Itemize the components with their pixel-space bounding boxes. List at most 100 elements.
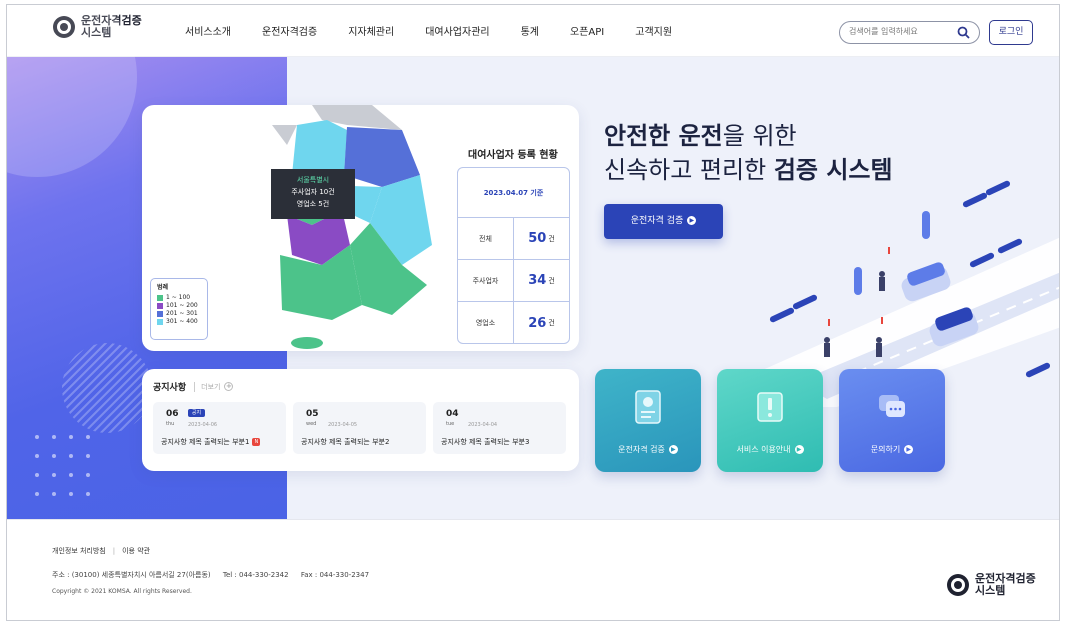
- decorative-stripes: [62, 343, 152, 433]
- legend-swatch: [157, 294, 163, 301]
- notice-weekday: thu: [166, 421, 175, 427]
- legend-label: 201 ~ 301: [166, 310, 198, 317]
- notice-day: 04: [446, 409, 459, 419]
- browser-frame: 운전자격검증 시스템 서비스소개 운전자격검증 지자체관리 대여사업자관리 통계…: [6, 4, 1060, 621]
- stats-label: 영업소: [458, 302, 514, 343]
- notice-item-title: 공지사항 제목 출력되는 부분2: [301, 438, 390, 446]
- nav-item-service-intro[interactable]: 서비스소개: [185, 23, 231, 38]
- legend-label: 101 ~ 200: [166, 302, 198, 309]
- privacy-policy-link[interactable]: 개인정보 처리방침: [52, 547, 106, 555]
- footer-links: 개인정보 처리방침 | 이용 약관: [52, 546, 150, 556]
- stats-value-container: 26 건: [514, 302, 569, 343]
- headline-line1: 안전한 운전을 위한: [604, 119, 893, 153]
- notice-badge: 공지: [188, 409, 205, 417]
- stats-value-container: 50 건: [514, 218, 569, 259]
- cta-label: 운전자격 검증: [630, 216, 684, 226]
- notice-date: 2023-04-05: [328, 422, 358, 428]
- stats-row-total: 전체 50 건: [458, 218, 569, 260]
- footer-logo-line2: 시스템: [975, 584, 1006, 597]
- footer-separator: |: [112, 547, 116, 555]
- id-card-icon: [635, 390, 661, 424]
- nav-item-statistics[interactable]: 통계: [521, 23, 539, 38]
- legend-swatch: [157, 310, 163, 317]
- nav-item-local-gov[interactable]: 지자체관리: [348, 23, 394, 38]
- notice-item[interactable]: 04 tue 2023-04-04 공지사항 제목 출력되는 부분3: [433, 402, 566, 454]
- legend-item: 301 ~ 400: [157, 318, 201, 326]
- notice-more-link[interactable]: 더보기: [194, 381, 220, 392]
- chat-bubble-icon: [879, 395, 905, 417]
- stats-row-main-business: 주사업자 34 건: [458, 260, 569, 302]
- notice-item[interactable]: 05 wed 2023-04-05 공지사항 제목 출력되는 부분2: [293, 402, 426, 454]
- notice-day: 05: [306, 409, 319, 419]
- notice-item-title-row: 공지사항 제목 출력되는 부분1 N: [161, 437, 261, 447]
- legend-swatch: [157, 318, 163, 325]
- quick-card-inquiry[interactable]: 문의하기 ▶: [839, 369, 945, 472]
- decorative-dots: [35, 435, 115, 511]
- quick-card-guide[interactable]: 서비스 이용안내 ▶: [717, 369, 823, 472]
- notice-day: 06: [166, 409, 179, 419]
- notice-header: 공지사항 더보기 +: [153, 380, 234, 393]
- arrow-right-icon: ▶: [904, 445, 914, 454]
- map-region-north-west: [272, 125, 297, 145]
- tooltip-title: 서울특별시: [296, 176, 330, 184]
- stats-label: 주사업자: [458, 260, 514, 301]
- nav-item-support[interactable]: 고객지원: [635, 23, 672, 38]
- stats-value: 26: [528, 315, 547, 331]
- legend-label: 301 ~ 400: [166, 318, 198, 325]
- hero-section: 서울특별시 주사업자 10건 영업소 5건 범례 1 ~ 100 101 ~ 2…: [7, 5, 1059, 519]
- search-input[interactable]: [849, 27, 949, 36]
- quick-card-verify[interactable]: 운전자격 검증 ▶: [595, 369, 701, 472]
- nav-item-rental-business[interactable]: 대여사업자관리: [425, 23, 489, 38]
- stats-label: 전체: [458, 218, 514, 259]
- footer-address: 주소 : (30100) 세종특별자치시 아름서길 27(아름동) Tel : …: [52, 570, 379, 580]
- main-nav: 서비스소개 운전자격검증 지자체관리 대여사업자관리 통계 오픈API 고객지원: [185, 23, 672, 38]
- nav-item-open-api[interactable]: 오픈API: [570, 23, 604, 38]
- notice-item-title: 공지사항 제목 출력되는 부분1: [161, 438, 250, 446]
- info-book-icon: [757, 392, 783, 422]
- search-icon[interactable]: [957, 26, 970, 39]
- notice-item[interactable]: 06 thu 공지 2023-04-06 공지사항 제목 출력되는 부분1 N: [153, 402, 286, 454]
- notice-title: 공지사항: [153, 383, 187, 393]
- plus-icon[interactable]: +: [224, 382, 234, 391]
- quick-card-label: 서비스 이용안내: [736, 445, 791, 454]
- arrow-right-icon: ▶: [668, 445, 678, 454]
- verify-cta-button[interactable]: 운전자격 검증 ▶: [604, 204, 723, 239]
- site-header: 운전자격검증 시스템 서비스소개 운전자격검증 지자체관리 대여사업자관리 통계…: [7, 5, 1059, 57]
- footer-logo: 운전자격검증 시스템: [947, 573, 1045, 597]
- legend-item: 1 ~ 100: [157, 294, 201, 302]
- stats-date: 2023.04.07 기준: [458, 168, 569, 218]
- stats-value-container: 34 건: [514, 260, 569, 301]
- tooltip-line2: 영업소 5건: [296, 200, 330, 208]
- notice-card: 공지사항 더보기 + 06 thu 공지 2023-04-06 공지사항 제목 …: [142, 369, 579, 471]
- login-button[interactable]: 로그인: [989, 20, 1033, 45]
- stats-title: 대여사업자 등록 현황: [468, 150, 558, 161]
- stats-table: 2023.04.07 기준 전체 50 건 주사업자 34 건 영업소 26 건: [457, 167, 570, 344]
- quick-card-label-row: 운전자격 검증 ▶: [595, 444, 701, 455]
- headline-line1-bold: 안전한 운전: [604, 122, 723, 150]
- map-tooltip: 서울특별시 주사업자 10건 영업소 5건: [271, 169, 355, 219]
- legend-item: 101 ~ 200: [157, 302, 201, 310]
- notice-item-title: 공지사항 제목 출력되는 부분3: [441, 438, 530, 446]
- korea-map[interactable]: [252, 105, 452, 351]
- quick-card-label: 문의하기: [870, 445, 901, 454]
- map-region-jeju[interactable]: [291, 337, 323, 349]
- legend-label: 1 ~ 100: [166, 294, 191, 301]
- stats-unit: 건: [548, 276, 555, 285]
- stats-unit: 건: [548, 234, 555, 243]
- footer-tel: Tel : 044-330-2342: [222, 571, 289, 579]
- nav-item-license-verify[interactable]: 운전자격검증: [262, 23, 317, 38]
- footer-logo-text: 운전자격검증 시스템: [975, 573, 1045, 597]
- legend-swatch: [157, 302, 163, 309]
- map-region-gangwon[interactable]: [344, 127, 420, 187]
- legend-title: 범례: [157, 284, 169, 291]
- stats-value: 34: [528, 273, 547, 288]
- stats-row-branch: 영업소 26 건: [458, 302, 569, 343]
- terms-link[interactable]: 이용 약관: [122, 547, 150, 555]
- notice-date: 2023-04-04: [468, 422, 498, 428]
- legend-item: 201 ~ 301: [157, 310, 201, 318]
- footer-address-text: 주소 : (30100) 세종특별자치시 아름서길 27(아름동): [52, 571, 211, 579]
- stats-value: 50: [528, 231, 547, 246]
- notice-date: 2023-04-06: [188, 422, 218, 428]
- stats-date-text: 2023.04.07 기준: [483, 189, 544, 197]
- footer-fax: Fax : 044-330-2347: [300, 571, 370, 579]
